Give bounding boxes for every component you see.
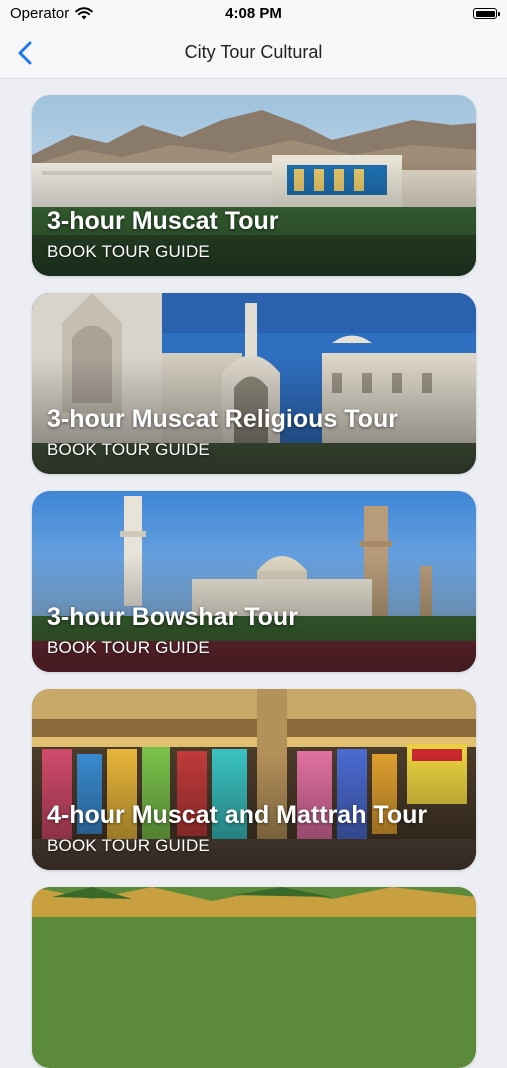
tour-subtitle: BOOK TOUR GUIDE (47, 242, 210, 261)
navigation-bar: City Tour Cultural (0, 28, 507, 79)
tour-title: 3-hour Muscat Tour (47, 207, 279, 236)
tour-title: 4-hour Muscat and Mattrah Tour (47, 801, 428, 830)
tour-title: 3-hour Bowshar Tour (47, 603, 298, 632)
tour-card-muscat-mattrah[interactable]: 4-hour Muscat and Mattrah Tour BOOK TOUR… (32, 689, 476, 870)
tour-subtitle: BOOK TOUR GUIDE (47, 440, 210, 459)
status-time: 4:08 PM (225, 5, 282, 22)
status-bar: Operator 4:08 PM (0, 0, 507, 28)
tour-title: 3-hour Muscat Religious Tour (47, 405, 398, 434)
tour-card-partial[interactable] (32, 887, 476, 1068)
tour-image-partial (32, 887, 476, 1068)
tour-subtitle: BOOK TOUR GUIDE (47, 638, 210, 657)
tour-card-bowshar[interactable]: 3-hour Bowshar Tour BOOK TOUR GUIDE (32, 491, 476, 672)
battery-icon (473, 8, 500, 19)
tour-subtitle: BOOK TOUR GUIDE (47, 836, 210, 855)
tour-card-muscat-religious[interactable]: 3-hour Muscat Religious Tour BOOK TOUR G… (32, 293, 476, 474)
page-title: City Tour Cultural (184, 42, 323, 62)
tour-card-muscat[interactable]: 3-hour Muscat Tour BOOK TOUR GUIDE (32, 95, 476, 276)
